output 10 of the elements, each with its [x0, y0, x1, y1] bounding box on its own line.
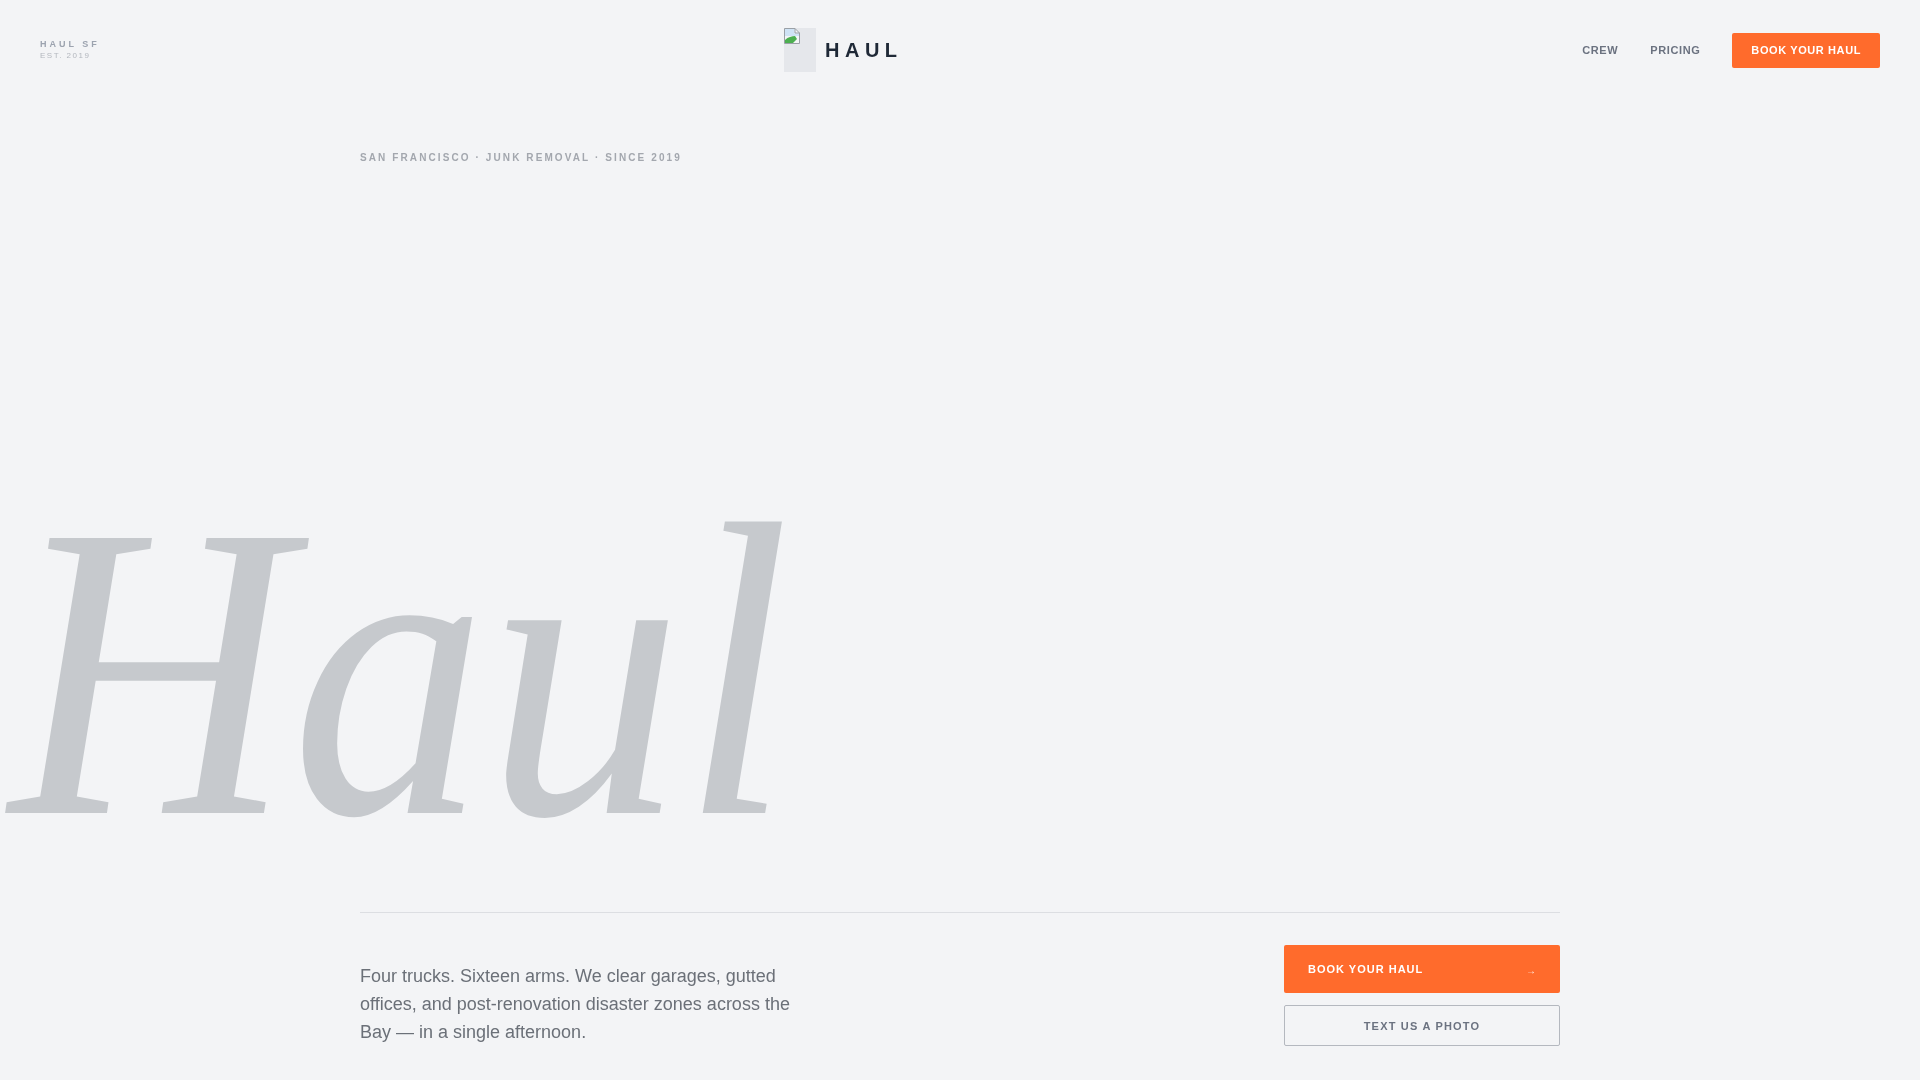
- hero-description: Four trucks. Sixteen arms. We clear garages, gutted offices, and post-renovation disaster zones across the Bay — in a single afternoon.: [360, 965, 791, 1044]
- nav-link[interactable]: PRICING: [1650, 43, 1701, 57]
- broken-image-icon: [784, 28, 800, 44]
- book-button[interactable]: BOOK YOUR HAUL →: [1284, 945, 1560, 993]
- book-button[interactable]: BOOK YOUR HAUL: [1732, 32, 1880, 68]
- nav-link[interactable]: CREW: [1582, 43, 1619, 57]
- logo-wordmark: HAUL: [825, 38, 903, 62]
- photo-text-button[interactable]: TEXT US A PHOTO: [1284, 1005, 1560, 1046]
- brand-name: HAUL SF: [40, 39, 100, 50]
- eyebrow-text: SAN FRANCISCO · JUNK REMOVAL · SINCE 2019: [360, 151, 682, 165]
